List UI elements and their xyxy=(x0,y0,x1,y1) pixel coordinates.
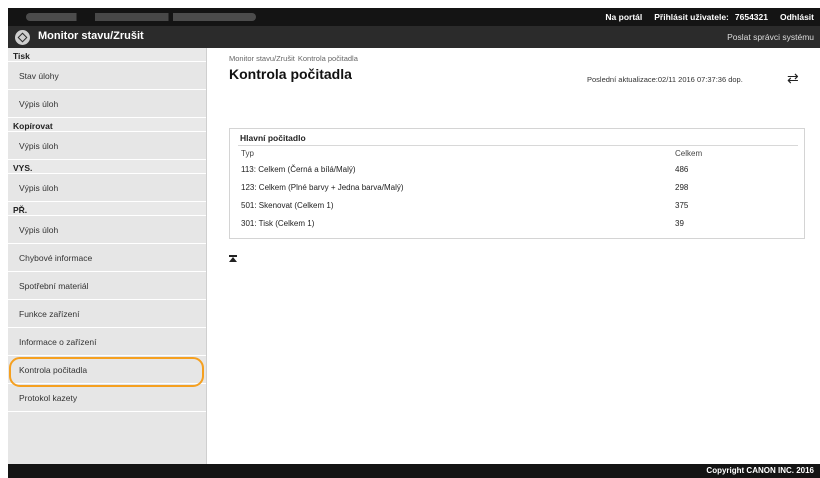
page-title: Kontrola počitadla xyxy=(229,66,352,82)
copyright: Copyright CANON INC. 2016 xyxy=(706,466,814,475)
sidebar-item-job-status[interactable]: Stav úlohy xyxy=(8,62,206,90)
counter-value: 39 xyxy=(675,219,684,228)
user-info: Přihlásit uživatele: 7654321 xyxy=(654,12,768,22)
sidebar-item-counter-check[interactable]: Kontrola počitadla xyxy=(8,356,206,387)
sidebar-section-copy: Kopírovat xyxy=(8,118,206,132)
sidebar-item-copy-job-log[interactable]: Výpis úloh xyxy=(8,132,206,160)
sidebar-item-device-info[interactable]: Informace o zařízení xyxy=(8,328,206,356)
portal-link[interactable]: Na portál xyxy=(605,12,642,22)
sidebar-item-receive-job-log[interactable]: Výpis úloh xyxy=(8,216,206,244)
login-label: Přihlásit uživatele: xyxy=(654,12,729,22)
sidebar-section-print: Tisk xyxy=(8,48,206,62)
table-row: 113: Celkem (Černá a bílá/Malý) 486 xyxy=(230,162,806,180)
sidebar-item-device-features[interactable]: Funkce zařízení xyxy=(8,300,206,328)
top-bar: Na portál Přihlásit uživatele: 7654321 O… xyxy=(8,8,820,26)
sidebar-item-consumables[interactable]: Spotřební materiál xyxy=(8,272,206,300)
counter-type: 123: Celkem (Plné barvy + Jedna barva/Ma… xyxy=(241,183,404,192)
breadcrumb-current: Kontrola počitadla xyxy=(297,54,358,63)
counter-value: 486 xyxy=(675,165,689,174)
sidebar-item-send-job-log[interactable]: Výpis úloh xyxy=(8,174,206,202)
table-row: 501: Skenovat (Celkem 1) 375 xyxy=(230,198,806,216)
sidebar-item-print-job-log[interactable]: Výpis úloh xyxy=(8,90,206,118)
counter-type: 301: Tisk (Celkem 1) xyxy=(241,219,315,228)
user-id: 7654321 xyxy=(734,12,768,22)
footer: Copyright CANON INC. 2016 xyxy=(8,464,820,478)
canon-logo-icon xyxy=(15,30,30,45)
logout-link[interactable]: Odhlásit xyxy=(780,12,814,22)
send-to-admin-link[interactable]: Poslat správci systému xyxy=(727,32,814,42)
column-header-type: Typ xyxy=(241,149,254,158)
sidebar-section-receive: PŘ. xyxy=(8,202,206,216)
top-nav: Na portál Přihlásit uživatele: 7654321 O… xyxy=(605,8,814,26)
table-row: 123: Celkem (Plné barvy + Jedna barva/Ma… xyxy=(230,180,806,198)
counter-type: 113: Celkem (Černá a bílá/Malý) xyxy=(241,165,356,174)
sidebar: Tisk Stav úlohy Výpis úloh Kopírovat Výp… xyxy=(8,48,207,464)
browser-page: Na portál Přihlásit uživatele: 7654321 O… xyxy=(8,8,820,478)
column-header-total: Celkem xyxy=(675,149,703,158)
sidebar-section-send: VYS. xyxy=(8,160,206,174)
counter-value: 298 xyxy=(675,183,689,192)
sidebar-item-error-info[interactable]: Chybové informace xyxy=(8,244,206,272)
blurred-url xyxy=(26,13,256,21)
title-bar: Monitor stavu/Zrušit Poslat správci syst… xyxy=(8,26,820,48)
counter-panel: Hlavní počitadlo Typ Celkem 113: Celkem … xyxy=(229,128,805,239)
back-to-top-icon[interactable] xyxy=(229,255,237,263)
sidebar-item-cartridge-log[interactable]: Protokol kazety xyxy=(8,384,206,412)
table-row: 301: Tisk (Celkem 1) 39 xyxy=(230,216,806,234)
refresh-icon[interactable]: ⇄ xyxy=(787,70,799,87)
app-title: Monitor stavu/Zrušit xyxy=(38,30,144,42)
main-content: Monitor stavu/Zrušit Kontrola počitadla … xyxy=(207,48,820,464)
counter-type: 501: Skenovat (Celkem 1) xyxy=(241,201,334,210)
breadcrumb-home[interactable]: Monitor stavu/Zrušit xyxy=(229,54,295,63)
counter-value: 375 xyxy=(675,201,689,210)
breadcrumb: Monitor stavu/Zrušit Kontrola počitadla xyxy=(229,54,358,63)
divider xyxy=(238,145,798,146)
last-updated: Poslední aktualizace:02/11 2016 07:37:36… xyxy=(587,75,743,84)
panel-title: Hlavní počitadlo xyxy=(240,133,306,143)
